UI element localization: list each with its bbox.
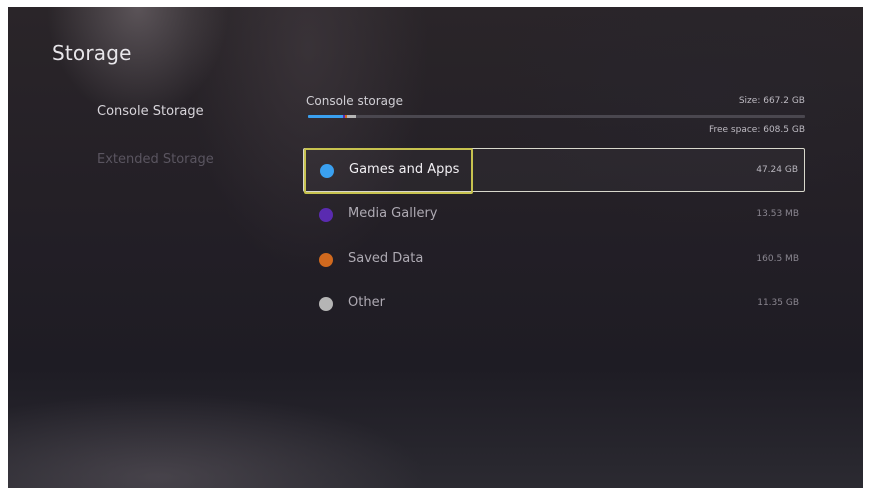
category-label: Games and Apps (349, 162, 460, 177)
category-label: Media Gallery (348, 206, 438, 221)
gray-dot-icon (319, 297, 333, 311)
sidebar-item-console-storage[interactable]: Console Storage (97, 104, 204, 119)
category-label: Other (348, 295, 385, 310)
orange-dot-icon (319, 253, 333, 267)
storage-screen: Storage Console Storage Extended Storage… (8, 7, 863, 488)
storage-size-text: Size: 667.2 GB (738, 96, 805, 106)
storage-section-title: Console storage (306, 94, 404, 108)
sidebar-item-extended-storage[interactable]: Extended Storage (97, 152, 214, 167)
category-size: 47.24 GB (756, 165, 798, 175)
category-row-games-and-apps[interactable]: Games and Apps 47.24 GB (303, 148, 805, 194)
category-size: 160.5 MB (756, 254, 799, 264)
category-size: 13.53 MB (756, 209, 799, 219)
page-title: Storage (52, 41, 132, 65)
sidebar-item-label: Extended Storage (97, 152, 214, 167)
purple-dot-icon (319, 208, 333, 222)
sidebar-item-label: Console Storage (97, 104, 204, 119)
category-row-other[interactable]: Other 11.35 GB (303, 282, 805, 326)
bar-segment-other (347, 115, 356, 118)
storage-usage-bar (308, 115, 805, 118)
bar-segment-games-apps (308, 115, 344, 118)
free-space-text: Free space: 608.5 GB (708, 125, 805, 135)
category-row-saved-data[interactable]: Saved Data 160.5 MB (303, 238, 805, 282)
category-size: 11.35 GB (757, 298, 799, 308)
category-label: Saved Data (348, 251, 424, 266)
category-row-media-gallery[interactable]: Media Gallery 13.53 MB (303, 193, 805, 237)
blue-dot-icon (320, 164, 334, 178)
